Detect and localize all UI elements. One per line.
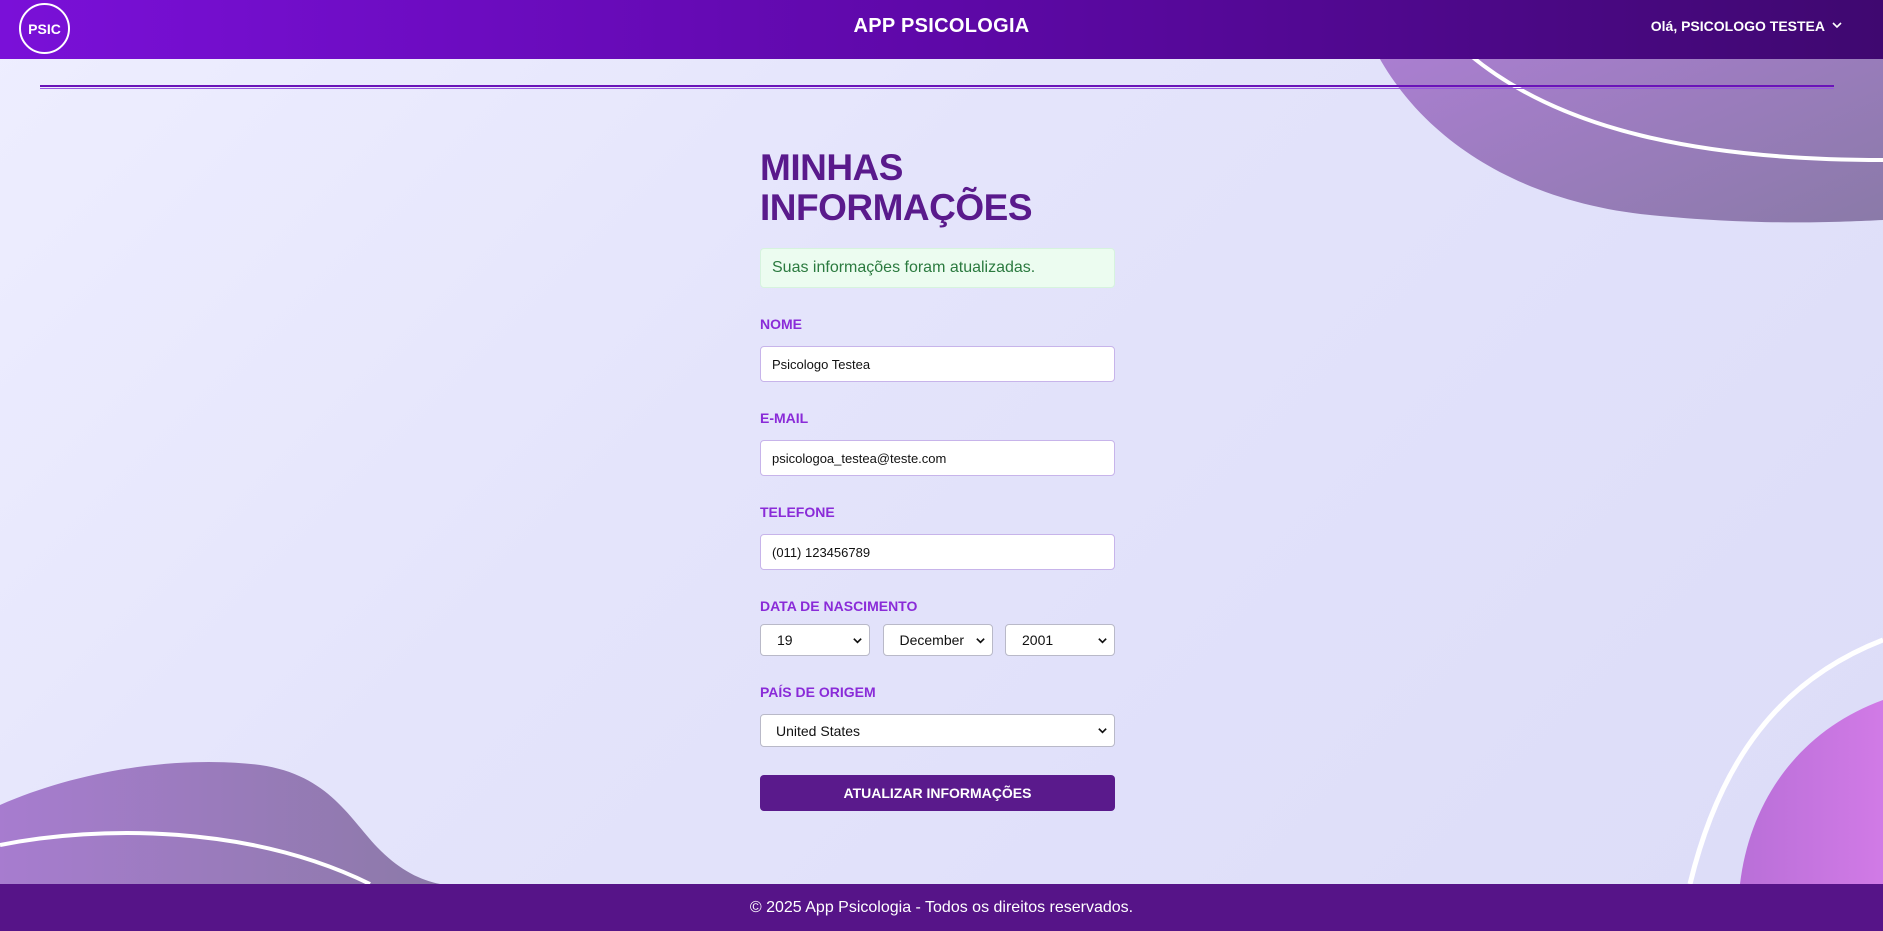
chevron-down-icon	[1098, 728, 1107, 734]
user-menu[interactable]: Olá, PSICOLOGO TESTEA	[1651, 18, 1843, 34]
app-header: PSIC APP PSICOLOGIA Olá, PSICOLOGO TESTE…	[0, 0, 1883, 59]
footer-text: © 2025 App Psicologia - Todos os direito…	[749, 898, 1134, 916]
birth-month-select[interactable]: December	[882, 624, 993, 656]
chevron-down-icon	[975, 637, 985, 644]
success-alert: Suas informações foram atualizadas.	[760, 248, 1115, 288]
page-title-line-1: MINHAS	[760, 147, 903, 188]
country-select[interactable]: United States	[760, 714, 1115, 747]
name-label: NOME	[760, 316, 802, 332]
update-info-button[interactable]: ATUALIZAR INFORMAÇÕES	[760, 775, 1115, 811]
birth-date-selects: 19 December 2001	[760, 624, 1115, 656]
birth-year-select[interactable]: 2001	[1005, 624, 1115, 656]
birth-date-label: DATA DE NASCIMENTO	[760, 598, 918, 614]
phone-field[interactable]	[760, 534, 1115, 570]
footer: © 2025 App Psicologia - Todos os direito…	[0, 884, 1883, 931]
chevron-down-icon	[1831, 18, 1843, 34]
email-label: E-MAIL	[760, 410, 809, 426]
name-field[interactable]	[760, 346, 1115, 382]
birth-month-value: December	[899, 632, 965, 648]
chevron-down-icon	[1098, 637, 1107, 644]
chevron-down-icon	[853, 637, 862, 644]
country-label: PAÍS DE ORIGEM	[760, 684, 876, 700]
country-value: United States	[776, 722, 861, 739]
email-field[interactable]	[760, 440, 1115, 476]
birth-day-select[interactable]: 19	[760, 624, 870, 656]
phone-label: TELEFONE	[760, 504, 835, 520]
birth-day-value: 19	[777, 632, 793, 648]
page-title-line-2: INFORMAÇÕES	[760, 187, 1033, 228]
app-title: APP PSICOLOGIA	[853, 15, 1030, 37]
profile-form: MINHAS INFORMAÇÕES Suas informações fora…	[760, 148, 1115, 811]
page-title: MINHAS INFORMAÇÕES	[760, 148, 1115, 228]
birth-year-value: 2001	[1022, 632, 1054, 648]
divider-line	[40, 85, 1834, 89]
user-greeting: Olá, PSICOLOGO TESTEA	[1650, 18, 1825, 34]
